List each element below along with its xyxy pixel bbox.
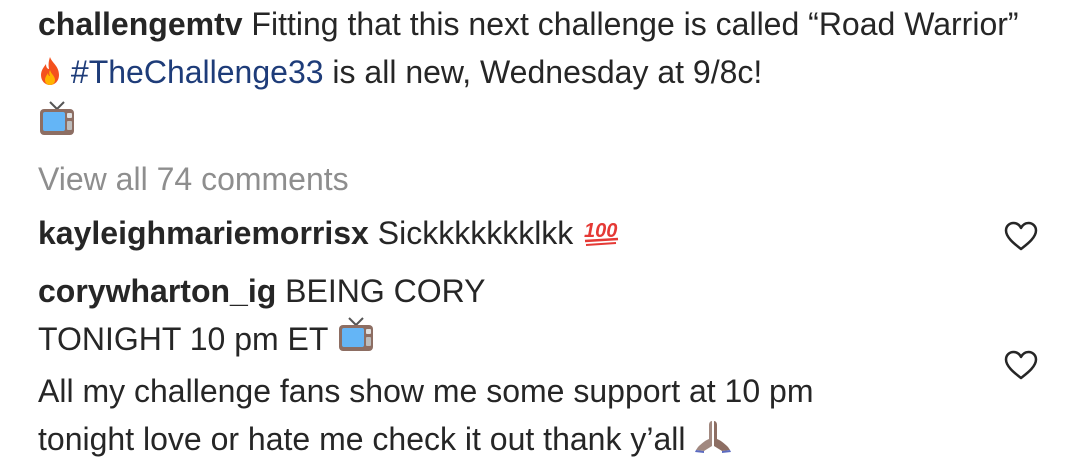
comment-text: Sickkkkkkklkk [368, 215, 583, 251]
fire-icon [38, 51, 62, 99]
post-username[interactable]: challengemtv [38, 6, 243, 42]
television-icon [337, 316, 375, 367]
view-all-comments-link[interactable]: View all 74 comments [38, 155, 349, 203]
post-caption: challengemtv Fitting that this next chal… [38, 0, 1038, 151]
caption-text-2: is all new, Wednesday at 9/8c! [323, 54, 763, 90]
comment-text-line-4: tonight love or hate me check it out tha… [38, 421, 695, 458]
folded-hands-icon [694, 418, 732, 466]
caption-text-1: Fitting that this next challenge is call… [242, 6, 1019, 42]
comment-text-line-2: TONIGHT 10 pm ET [38, 321, 337, 357]
hashtag-link[interactable]: #TheChallenge33 [71, 54, 324, 90]
comment-item: kayleighmariemorrisx Sickkkkkkklkk 100 [38, 209, 998, 260]
comment-username[interactable]: corywharton_ig [38, 273, 276, 309]
comment-text-line-1: BEING CORY [276, 273, 486, 309]
like-heart-icon[interactable] [1004, 350, 1038, 380]
hundred-points-icon: 100 [582, 212, 622, 260]
like-heart-icon[interactable] [1004, 221, 1038, 251]
comment-text-line-3: All my challenge fans show me some suppo… [38, 373, 814, 410]
television-icon [38, 100, 76, 151]
comment-username[interactable]: kayleighmariemorrisx [38, 215, 369, 251]
comment-item: corywharton_ig BEING CORY TONIGHT 10 pm … [38, 267, 998, 466]
